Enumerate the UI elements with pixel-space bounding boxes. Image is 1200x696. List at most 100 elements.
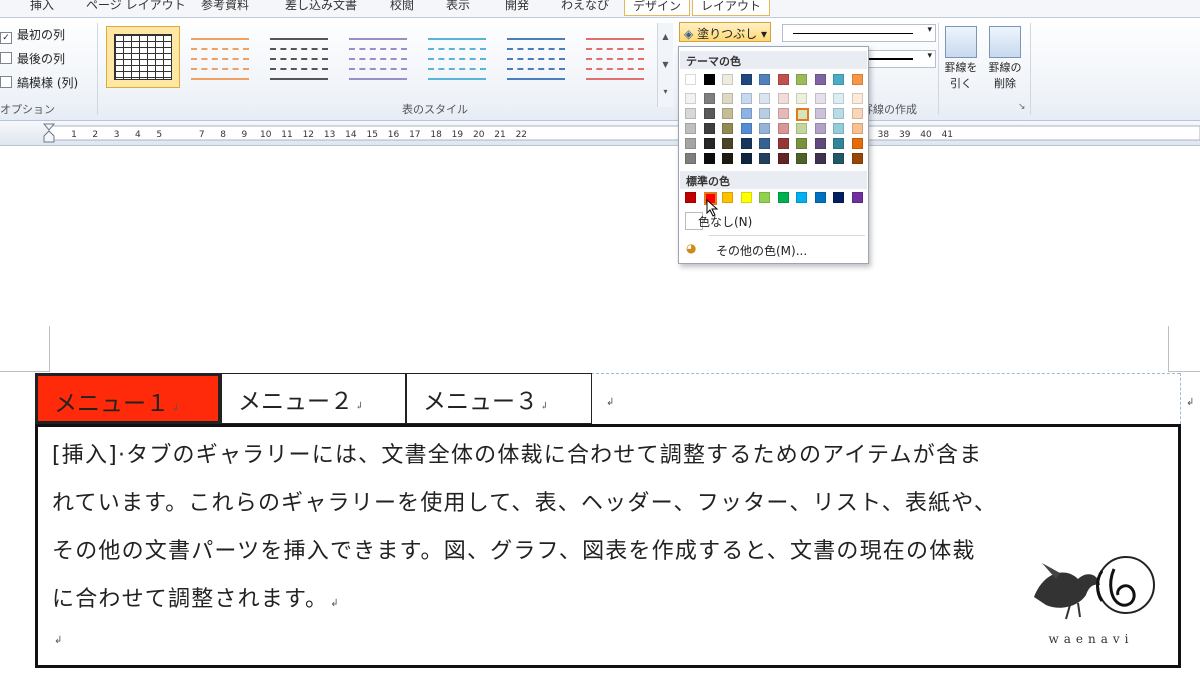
theme-shade-swatch[interactable] <box>685 138 696 149</box>
tab-mailings[interactable]: 差し込み文書 <box>285 0 357 13</box>
option-first-column[interactable]: ✓ 最初の列 <box>0 26 65 44</box>
table-cell-menu-1[interactable]: メニュー１ ↲ <box>35 373 221 424</box>
theme-color-swatch[interactable] <box>814 74 826 85</box>
table-style-option[interactable] <box>582 30 648 86</box>
theme-shade-swatch[interactable] <box>833 153 844 164</box>
theme-shade-swatch[interactable] <box>777 153 789 164</box>
eraser-button[interactable]: 罫線の 削除 <box>984 26 1026 92</box>
standard-color-swatch[interactable] <box>833 192 844 203</box>
tab-review[interactable]: 校閲 <box>390 0 414 13</box>
tab-references[interactable]: 参考資料 <box>201 0 249 13</box>
theme-shade-swatch[interactable] <box>722 93 733 104</box>
theme-shade-swatch[interactable] <box>759 108 770 119</box>
theme-shade-swatch[interactable] <box>685 93 696 104</box>
chevron-down-icon[interactable]: ▼ <box>658 51 673 79</box>
checkbox-icon[interactable] <box>0 52 12 64</box>
theme-shade-swatch[interactable] <box>796 123 807 134</box>
theme-shade-swatch[interactable] <box>703 153 715 164</box>
theme-shade-swatch[interactable] <box>814 123 826 134</box>
theme-shade-swatch[interactable] <box>685 108 696 119</box>
theme-color-swatch[interactable] <box>740 74 752 85</box>
theme-shade-swatch[interactable] <box>796 108 809 121</box>
draw-table-button[interactable]: 罫線を 引く <box>940 26 982 92</box>
theme-shade-swatch[interactable] <box>814 138 826 149</box>
theme-shade-swatch[interactable] <box>833 138 844 149</box>
theme-shade-swatch[interactable] <box>796 93 807 104</box>
theme-shade-swatch[interactable] <box>814 93 826 104</box>
theme-shade-swatch[interactable] <box>740 153 752 164</box>
theme-color-swatch[interactable] <box>851 74 863 85</box>
standard-color-swatch[interactable] <box>814 192 826 203</box>
theme-shade-swatch[interactable] <box>722 108 733 119</box>
theme-color-swatch[interactable] <box>796 74 807 85</box>
theme-shade-swatch[interactable] <box>814 108 826 119</box>
more-colors-option[interactable]: ◕ その他の色(M)... <box>680 240 867 262</box>
option-banded-columns[interactable]: 縞模様 (列) <box>0 74 78 91</box>
theme-color-swatch[interactable] <box>722 74 733 85</box>
theme-color-swatch[interactable] <box>703 74 715 85</box>
standard-color-swatch[interactable] <box>722 192 733 203</box>
theme-shade-swatch[interactable] <box>740 138 752 149</box>
theme-shade-swatch[interactable] <box>759 153 770 164</box>
dialog-launcher-icon[interactable]: ↘ <box>1018 102 1026 112</box>
table-style-option[interactable] <box>106 26 180 88</box>
standard-color-swatch[interactable] <box>777 192 789 203</box>
theme-shade-swatch[interactable] <box>703 123 715 134</box>
theme-color-swatch[interactable] <box>759 74 770 85</box>
table-style-option[interactable] <box>424 30 490 86</box>
checkbox-icon[interactable] <box>0 76 12 88</box>
gallery-more-icon[interactable]: ▾ <box>658 79 673 105</box>
standard-color-swatch[interactable] <box>685 192 696 203</box>
theme-shade-swatch[interactable] <box>685 153 696 164</box>
tab-layout[interactable]: レイアウト <box>692 0 771 16</box>
gallery-scroll[interactable]: ▲ ▼ ▾ <box>657 23 673 107</box>
tab-insert[interactable]: 挿入 <box>30 0 54 13</box>
theme-shade-swatch[interactable] <box>740 93 752 104</box>
shading-button[interactable]: ◈ 塗りつぶし ▾ <box>679 22 771 42</box>
theme-shade-swatch[interactable] <box>777 123 789 134</box>
theme-shade-swatch[interactable] <box>851 108 863 119</box>
standard-color-swatch[interactable] <box>759 192 770 203</box>
option-last-column[interactable]: 最後の列 <box>0 50 65 67</box>
theme-shade-swatch[interactable] <box>777 93 789 104</box>
theme-shade-swatch[interactable] <box>851 138 863 149</box>
theme-shade-swatch[interactable] <box>796 138 807 149</box>
horizontal-ruler[interactable]: 1234578910111213141516171819202122303132… <box>0 121 1200 146</box>
theme-shade-swatch[interactable] <box>814 153 826 164</box>
theme-shade-swatch[interactable] <box>722 138 733 149</box>
theme-shade-swatch[interactable] <box>740 123 752 134</box>
tab-page-layout[interactable]: ページ レイアウト <box>86 0 186 13</box>
theme-shade-swatch[interactable] <box>851 123 863 134</box>
table-style-option[interactable] <box>187 30 253 86</box>
pen-style-select[interactable]: ▾ <box>782 24 936 42</box>
table-cell-menu-3[interactable]: メニュー３ ↲ <box>406 373 592 424</box>
theme-shade-swatch[interactable] <box>685 123 696 134</box>
theme-shade-swatch[interactable] <box>777 108 789 119</box>
theme-shade-swatch[interactable] <box>759 93 770 104</box>
tab-view[interactable]: 表示 <box>446 0 470 13</box>
theme-shade-swatch[interactable] <box>703 138 715 149</box>
theme-shade-swatch[interactable] <box>851 153 863 164</box>
standard-color-swatch[interactable] <box>796 192 807 203</box>
table-cell-menu-2[interactable]: メニュー２ ↲ <box>221 373 406 424</box>
theme-shade-swatch[interactable] <box>759 123 770 134</box>
table-style-option[interactable] <box>503 30 569 86</box>
theme-shade-swatch[interactable] <box>703 108 715 119</box>
theme-shade-swatch[interactable] <box>740 108 752 119</box>
theme-shade-swatch[interactable] <box>722 123 733 134</box>
theme-color-swatch[interactable] <box>833 74 844 85</box>
theme-shade-swatch[interactable] <box>833 123 844 134</box>
standard-color-swatch[interactable] <box>740 192 752 203</box>
table-cell-body[interactable]: [挿入]·タブのギャラリーには、文書全体の体裁に合わせて調整するためのアイテムが… <box>35 424 1181 668</box>
tab-design[interactable]: デザイン <box>624 0 691 16</box>
chevron-up-icon[interactable]: ▲ <box>658 23 673 51</box>
checkbox-checked-icon[interactable]: ✓ <box>0 32 12 44</box>
tab-developer[interactable]: 開発 <box>505 0 529 13</box>
theme-shade-swatch[interactable] <box>833 93 844 104</box>
theme-color-swatch[interactable] <box>685 74 696 85</box>
theme-color-swatch[interactable] <box>777 74 789 85</box>
theme-shade-swatch[interactable] <box>851 93 863 104</box>
table-style-option[interactable] <box>345 30 411 86</box>
theme-shade-swatch[interactable] <box>833 108 844 119</box>
table-style-option[interactable] <box>266 30 332 86</box>
